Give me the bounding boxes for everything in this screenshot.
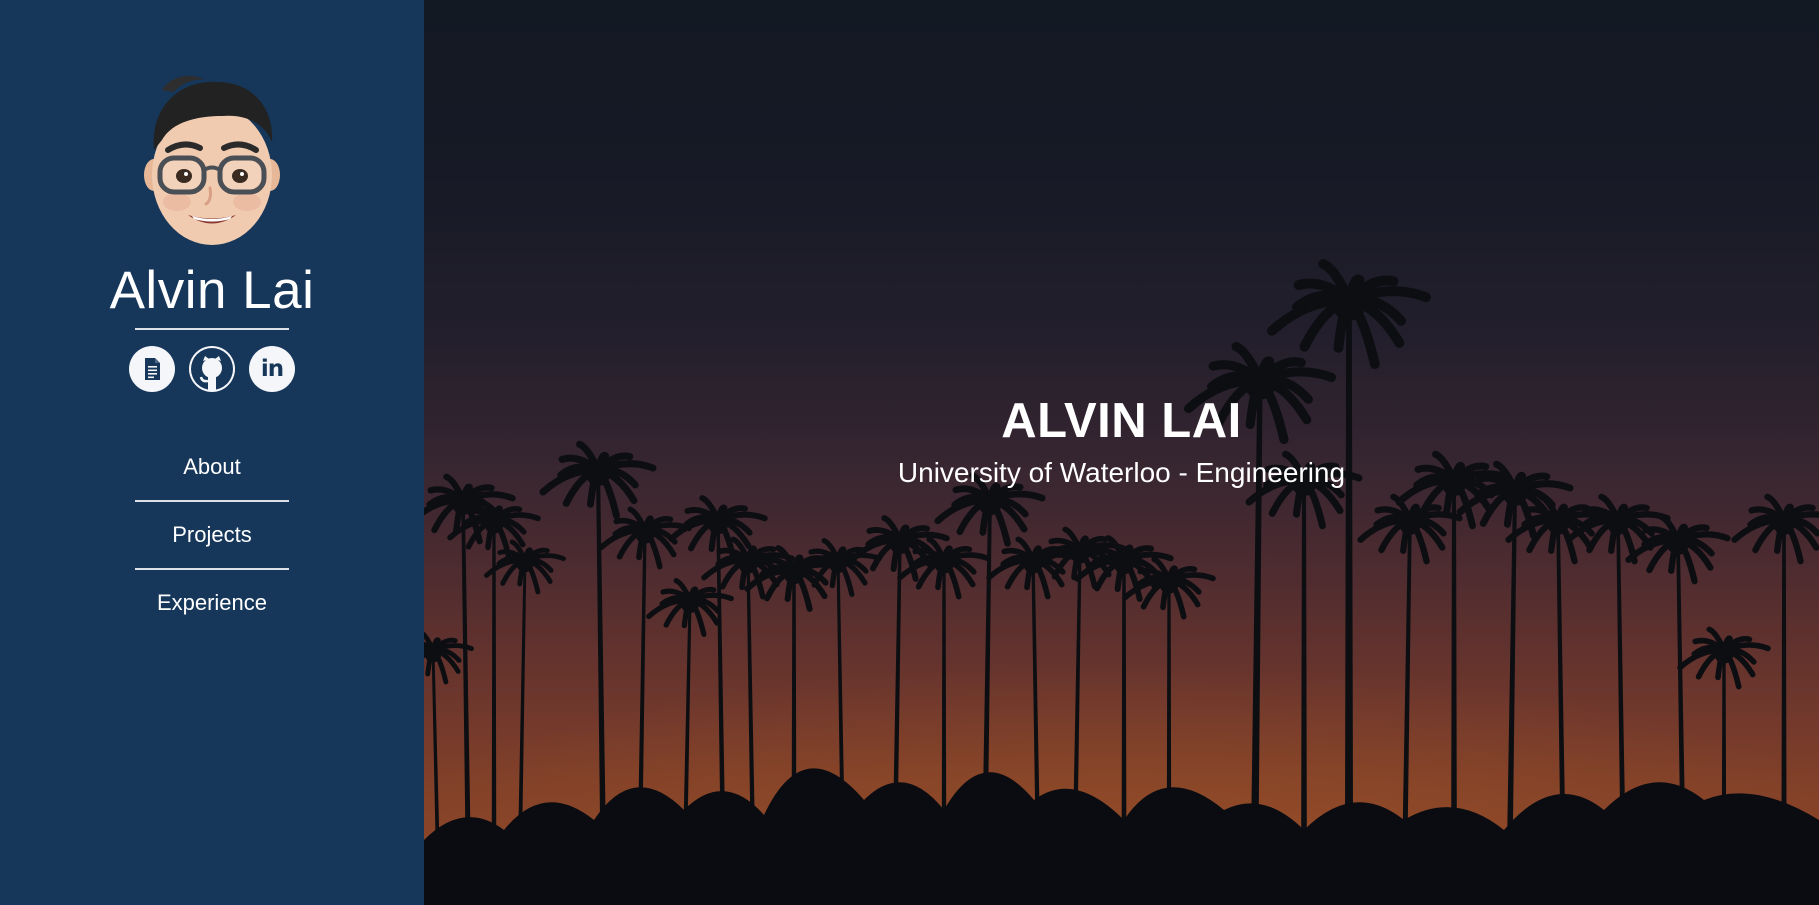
nav-item-about[interactable]: About xyxy=(112,454,312,480)
avatar xyxy=(144,75,280,245)
hero-text: ALVIN LAI University of Waterloo - Engin… xyxy=(424,394,1819,489)
sidebar-name: Alvin Lai xyxy=(109,261,315,320)
social-links: in xyxy=(129,346,295,392)
linkedin-button[interactable]: in xyxy=(249,346,295,392)
linkedin-icon: in xyxy=(260,356,284,382)
name-divider xyxy=(135,328,289,330)
sidebar: Alvin Lai in About Projects Experience xyxy=(0,0,424,905)
nav-item-experience[interactable]: Experience xyxy=(112,590,312,616)
resume-button[interactable] xyxy=(129,346,175,392)
hero-title: ALVIN LAI xyxy=(1001,394,1242,448)
hero-subtitle: University of Waterloo - Engineering xyxy=(897,457,1346,489)
nav-divider xyxy=(135,500,289,502)
nav-divider xyxy=(135,568,289,570)
nav-item-projects[interactable]: Projects xyxy=(112,522,312,548)
hero-section: ALVIN LAI University of Waterloo - Engin… xyxy=(424,0,1819,905)
document-icon xyxy=(145,358,160,380)
sidebar-nav: About Projects Experience xyxy=(112,454,312,616)
github-button[interactable] xyxy=(189,346,235,392)
github-icon xyxy=(191,348,233,390)
